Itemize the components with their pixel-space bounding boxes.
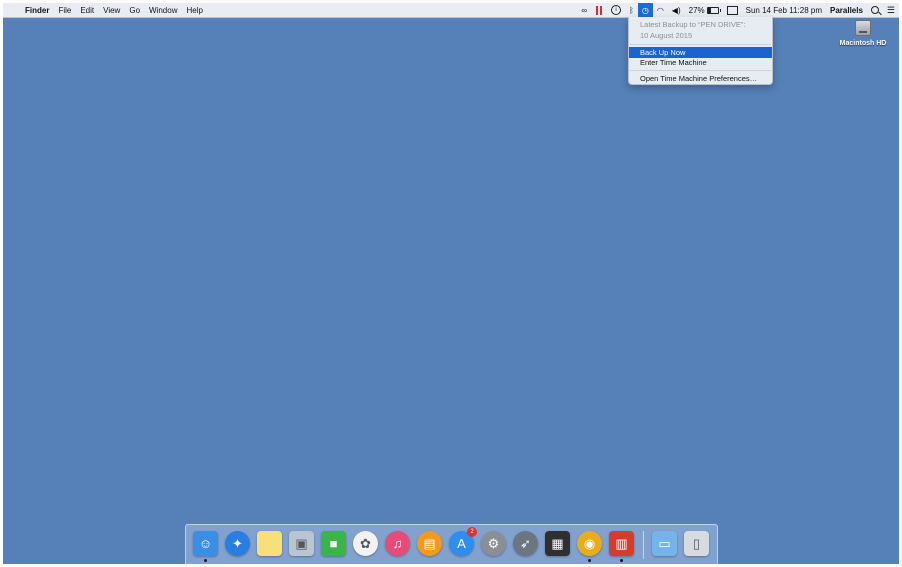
keyboard-input-icon[interactable]	[723, 3, 742, 17]
app-store-dock-icon[interactable]: A2	[448, 527, 477, 557]
finder-dock-icon[interactable]: ☺	[192, 530, 219, 562]
battery-percent: 27%	[688, 5, 705, 15]
macintosh-hd-label: Macintosh HD	[839, 40, 887, 47]
app-store-badge: 2	[467, 527, 477, 537]
user-menu[interactable]: Parallels	[826, 3, 867, 17]
facetime-icon: ■	[321, 531, 346, 556]
applications-folder-dock-icon[interactable]: ▭	[651, 530, 678, 557]
safari-icon: ✦	[225, 531, 250, 556]
spotlight-search-icon[interactable]	[867, 3, 883, 17]
notes-dock-icon[interactable]	[256, 530, 283, 557]
notification-center-icon[interactable]: ☰	[883, 3, 899, 17]
menu-bar: Finder File Edit View Go Window Help ∞ i…	[3, 3, 899, 18]
latest-backup-date: 10 August 2015	[640, 31, 693, 40]
running-indicator	[204, 559, 207, 562]
itunes-icon: ♫	[385, 531, 410, 556]
applications-folder-icon: ▭	[652, 531, 677, 556]
bluetooth-icon[interactable]: ᛒ	[625, 3, 638, 17]
battery-status[interactable]: 27%	[685, 3, 723, 17]
menu-help[interactable]: Help	[186, 6, 202, 15]
itunes-dock-icon[interactable]: ♫	[384, 530, 411, 557]
photos-dock-icon[interactable]: ✿	[352, 530, 379, 557]
battery-icon	[706, 6, 721, 14]
menu-edit[interactable]: Edit	[80, 6, 94, 15]
dashboard-dock-icon[interactable]: ▦	[544, 530, 571, 557]
preview-icon: ▣	[289, 531, 314, 556]
menu-go[interactable]: Go	[129, 6, 140, 15]
chrome-icon: ◉	[577, 531, 602, 556]
dashboard-icon: ▦	[545, 531, 570, 556]
system-preferences-icon: ⚙	[481, 531, 506, 556]
launchpad-dock-icon[interactable]: ➶	[512, 530, 539, 557]
volume-icon[interactable]: ◀︎)	[668, 3, 685, 17]
preview-dock-icon[interactable]: ▣	[288, 530, 315, 557]
latest-backup-label: Latest Backup to “PEN DRIVE”:	[640, 20, 746, 29]
menu-app-name[interactable]: Finder	[25, 6, 49, 15]
time-machine-menu: Latest Backup to “PEN DRIVE”: 10 August …	[628, 17, 773, 85]
trash-dock-icon[interactable]: ▯	[683, 530, 710, 557]
ibooks-dock-icon[interactable]: ▤	[416, 530, 443, 557]
running-indicator	[588, 559, 591, 562]
menu-view[interactable]: View	[103, 6, 120, 15]
ibooks-icon: ▤	[417, 531, 442, 556]
enter-time-machine-item[interactable]: Enter Time Machine	[629, 57, 772, 68]
infinity-icon[interactable]: ∞	[577, 3, 591, 17]
dock-separator	[643, 531, 644, 559]
running-indicator	[620, 559, 623, 562]
time-machine-icon[interactable]: ◷	[637, 3, 653, 17]
dock: ☺ ✦ ▣ ■ ✿ ♫ ▤ A 2 ⚙ ➶ ▦ ◉ ▥ ▭ ▯	[185, 524, 718, 564]
photos-icon: ✿	[353, 531, 378, 556]
macintosh-hd-desktop-icon[interactable]: Macintosh HD	[835, 20, 891, 47]
trash-icon: ▯	[684, 531, 709, 556]
menu-file[interactable]: File	[58, 6, 71, 15]
menu-window[interactable]: Window	[149, 6, 177, 15]
open-time-machine-preferences-item[interactable]: Open Time Machine Preferences…	[629, 73, 772, 84]
facetime-dock-icon[interactable]: ■	[320, 530, 347, 557]
system-preferences-dock-icon[interactable]: ⚙	[480, 530, 507, 557]
notes-icon	[257, 531, 282, 556]
menu-separator	[630, 70, 771, 71]
launchpad-icon: ➶	[513, 531, 538, 556]
chrome-dock-icon[interactable]: ◉	[576, 530, 603, 562]
clock[interactable]: Sun 14 Feb 11:28 pm	[742, 3, 826, 17]
parallels-status-icon[interactable]	[591, 3, 607, 17]
menu-separator	[630, 44, 771, 45]
finder-icon: ☺	[193, 531, 218, 556]
wifi-icon[interactable]: ◠	[653, 3, 668, 17]
safari-dock-icon[interactable]: ✦	[224, 530, 251, 557]
latest-backup-status: Latest Backup to “PEN DRIVE”: 10 August …	[640, 19, 745, 41]
desktop[interactable]: Finder File Edit View Go Window Help ∞ i…	[3, 3, 899, 564]
parallels-desktop-dock-icon[interactable]: ▥	[608, 530, 635, 562]
hard-drive-icon	[855, 20, 871, 36]
parallels-desktop-icon: ▥	[609, 531, 634, 556]
accessibility-icon[interactable]: i	[607, 3, 625, 17]
